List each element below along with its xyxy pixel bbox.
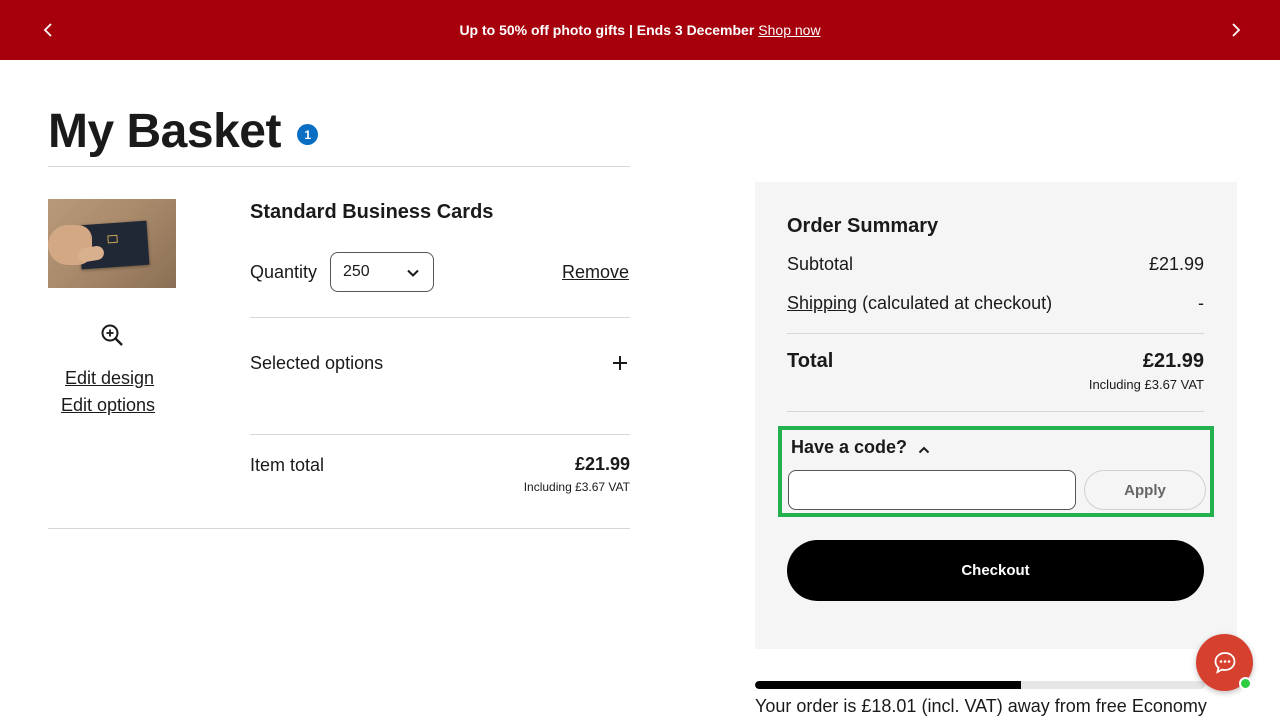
have-a-code-label: Have a code? [791, 437, 908, 457]
item-total-vat: Including £3.67 VAT [523, 480, 630, 494]
quantity-label: Quantity [250, 262, 318, 282]
chevron-up-icon [917, 441, 931, 455]
quantity-value: 250 [343, 263, 370, 280]
product-thumbnail[interactable] [48, 199, 176, 288]
divider [787, 333, 1204, 334]
shipping-note: (calculated at checkout) [857, 293, 1053, 313]
selected-options-label: Selected options [250, 353, 384, 373]
promo-banner: Up to 50% off photo gifts | Ends 3 Decem… [0, 0, 1280, 60]
total-vat: Including £3.67 VAT [1088, 377, 1204, 392]
item-total-label: Item total [250, 455, 325, 475]
promo-text: Up to 50% off photo gifts | Ends 3 Decem… [459, 22, 755, 38]
free-shipping-progress [755, 681, 1205, 689]
checkout-button[interactable]: Checkout [787, 540, 1204, 601]
promo-code-input[interactable] [788, 470, 1076, 510]
quantity-select[interactable]: 250 [330, 252, 434, 292]
have-a-code-toggle[interactable]: Have a code? [791, 437, 931, 458]
subtotal-value: £21.99 [1148, 254, 1204, 274]
subtotal-label: Subtotal [787, 254, 854, 274]
free-shipping-progress-fill [755, 681, 1021, 689]
shipping-link[interactable]: Shipping [787, 293, 857, 313]
shop-now-link[interactable]: Shop now [758, 22, 820, 38]
total-value: £21.99 [1142, 350, 1204, 372]
selected-options-toggle[interactable]: Selected options [250, 342, 630, 386]
order-summary-title: Order Summary [787, 215, 939, 237]
edit-options-link[interactable]: Edit options [61, 395, 155, 416]
page-title: My Basket 1 [48, 104, 318, 159]
total-label: Total [787, 350, 834, 372]
edit-design-link[interactable]: Edit design [65, 368, 154, 389]
zoom-in-icon[interactable] [100, 323, 124, 347]
chevron-left-icon[interactable] [37, 19, 59, 41]
card-logo [107, 234, 118, 244]
order-summary-panel: Order Summary Subtotal £21.99 Shipping (… [755, 182, 1237, 649]
divider [250, 434, 630, 435]
online-status-dot [1239, 677, 1252, 690]
remove-item-link[interactable]: Remove [562, 262, 629, 283]
divider [250, 317, 630, 318]
free-shipping-message: Your order is £18.01 (incl. VAT) away fr… [755, 696, 1207, 716]
chat-bubble-icon [1214, 651, 1235, 674]
chevron-down-icon [405, 265, 421, 281]
divider [48, 166, 630, 167]
divider [787, 411, 1204, 412]
basket-count-badge: 1 [296, 124, 318, 145]
item-total-value: £21.99 [574, 454, 630, 474]
shipping-value: - [1198, 293, 1204, 313]
divider [48, 528, 630, 529]
page-title-text: My Basket [48, 105, 281, 158]
promo-code-section: Have a code? Apply [778, 426, 1214, 517]
apply-code-button[interactable]: Apply [1084, 470, 1206, 510]
product-name: Standard Business Cards [250, 201, 494, 223]
chevron-right-icon[interactable] [1225, 19, 1247, 41]
shipping-row: Shipping (calculated at checkout) [787, 293, 1052, 314]
plus-icon [611, 354, 629, 372]
